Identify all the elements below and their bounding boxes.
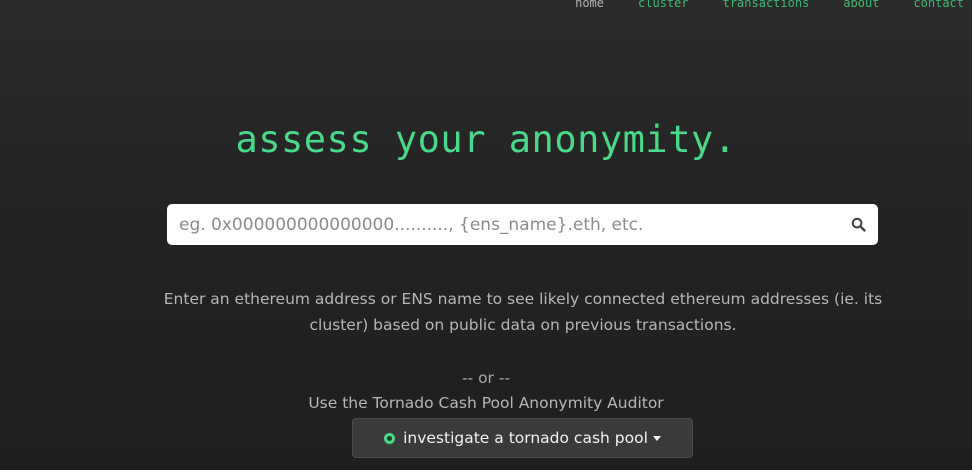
top-nav: home cluster transactions about contact xyxy=(575,0,964,10)
page-title: assess your anonymity. xyxy=(235,118,737,161)
search-button[interactable] xyxy=(838,204,878,245)
search-bar xyxy=(167,204,878,245)
description-text: Enter an ethereum address or ENS name to… xyxy=(163,290,883,334)
search-input[interactable] xyxy=(167,204,838,245)
tornado-pool-dropdown[interactable]: investigate a tornado cash pool xyxy=(352,418,693,458)
or-divider: -- or -- xyxy=(461,369,511,387)
auditor-prompt: Use the Tornado Cash Pool Anonymity Audi… xyxy=(308,394,664,412)
nav-link-transactions[interactable]: transactions xyxy=(723,0,810,10)
nav-link-cluster[interactable]: cluster xyxy=(638,0,689,10)
nav-link-about[interactable]: about xyxy=(843,0,879,10)
nav-link-contact[interactable]: contact xyxy=(913,0,964,10)
chevron-down-icon xyxy=(652,435,661,441)
search-icon xyxy=(851,217,866,232)
nav-link-home[interactable]: home xyxy=(575,0,604,10)
status-dot-icon xyxy=(384,432,396,444)
dropdown-label: investigate a tornado cash pool xyxy=(403,429,648,447)
